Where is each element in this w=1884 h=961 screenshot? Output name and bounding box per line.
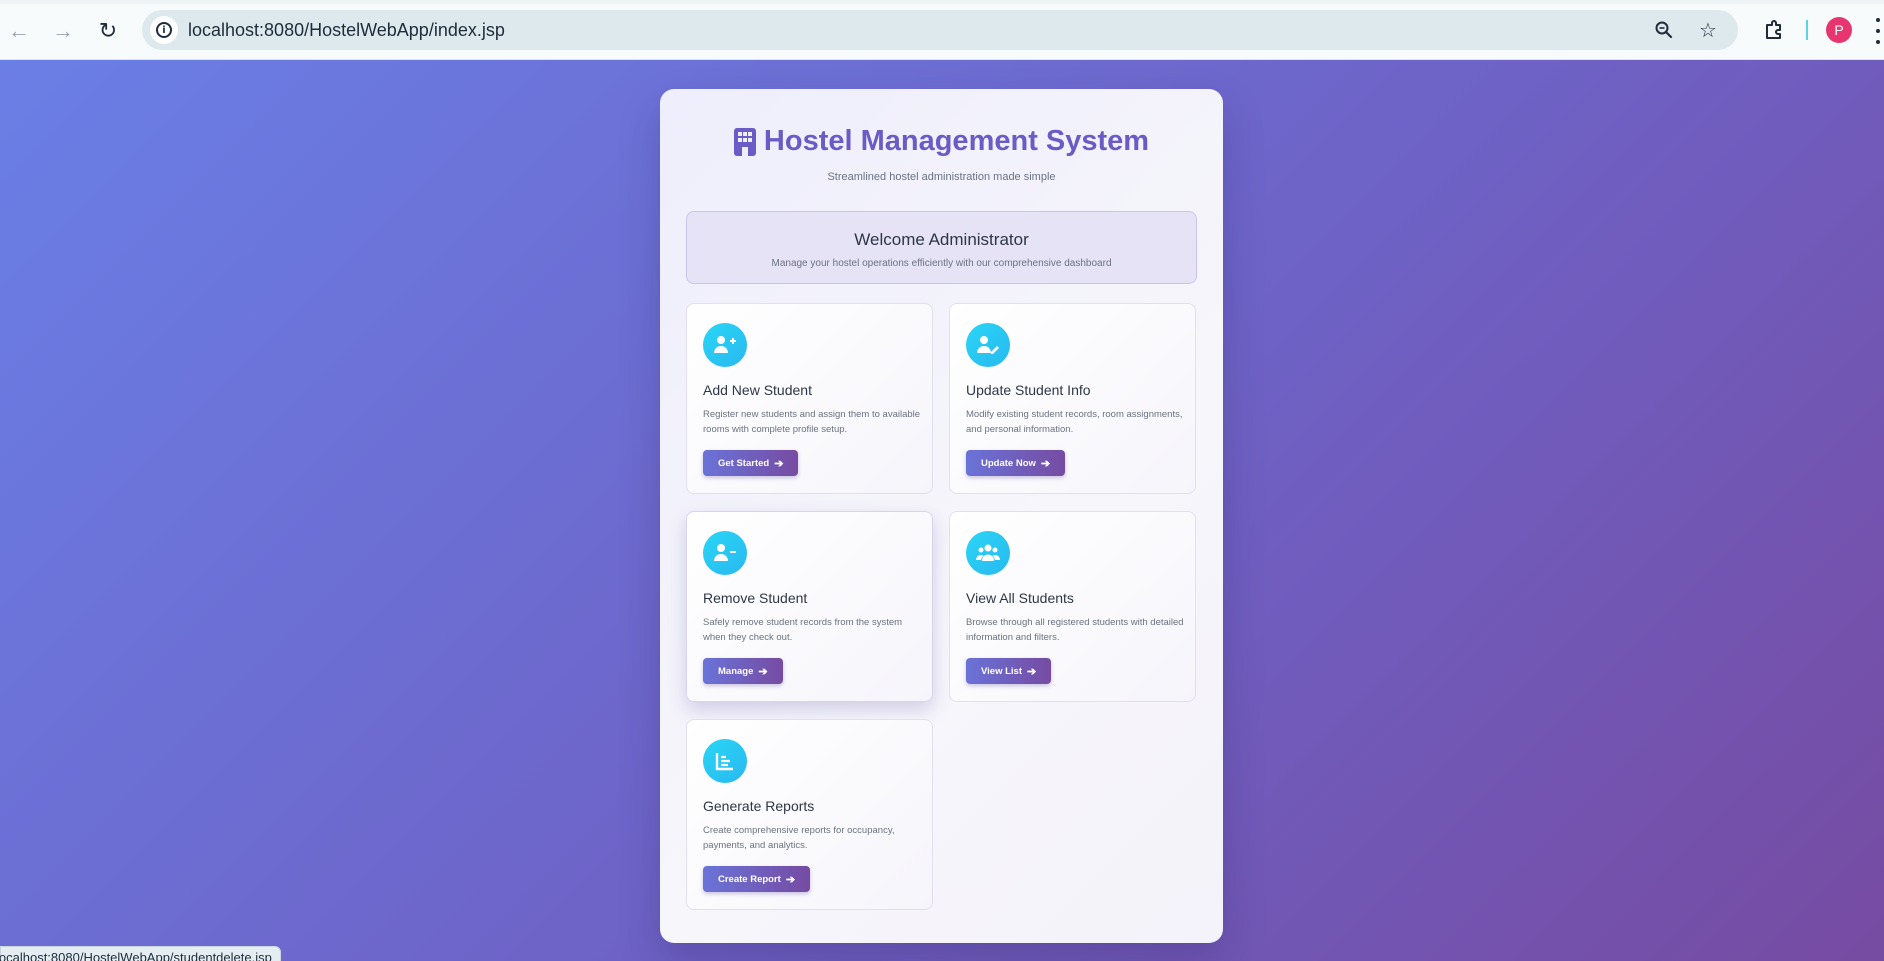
- toolbar-divider: [1806, 20, 1808, 40]
- page-background: Hostel Management System Streamlined hos…: [0, 60, 1884, 961]
- arrow-right-icon: ➔: [785, 873, 796, 886]
- feature-card-add-student: Add New Student Register new students an…: [686, 303, 933, 494]
- feature-title: Update Student Info: [966, 382, 1091, 398]
- manage-button[interactable]: Manage ➔: [703, 658, 783, 684]
- button-label: View List: [981, 665, 1023, 677]
- feature-description: Safely remove student records from the s…: [703, 617, 903, 643]
- address-bar[interactable]: i localhost:8080/HostelWebApp/index.jsp …: [142, 10, 1738, 50]
- update-now-button[interactable]: Update Now ➔: [966, 450, 1066, 476]
- feature-title: Add New Student: [703, 382, 812, 398]
- feature-title: Remove Student: [703, 590, 808, 606]
- feature-description: Register new students and assign them to…: [703, 409, 921, 435]
- feature-card-remove-student: Remove Student Safely remove student rec…: [686, 511, 933, 702]
- profile-avatar[interactable]: P: [1826, 17, 1852, 43]
- bookmark-star-icon[interactable]: ☆: [1694, 16, 1722, 44]
- browser-menu-icon[interactable]: [1872, 18, 1884, 44]
- create-report-button[interactable]: Create Report ➔: [703, 866, 811, 892]
- feature-description: Modify existing student records, room as…: [966, 409, 1183, 435]
- url-text[interactable]: localhost:8080/HostelWebApp/index.jsp: [188, 20, 505, 41]
- feature-card-reports: Generate Reports Create comprehensive re…: [686, 719, 933, 910]
- feature-card-update-student: Update Student Info Modify existing stud…: [949, 303, 1196, 494]
- link-status-bar: localhost:8080/HostelWebApp/studentdelet…: [0, 946, 281, 961]
- feature-description: Create comprehensive reports for occupan…: [703, 825, 895, 851]
- user-plus-icon: [703, 323, 747, 367]
- page-title: Hostel Management System: [763, 125, 1150, 157]
- button-label: Update Now: [981, 457, 1036, 469]
- chart-icon: [703, 739, 747, 783]
- arrow-right-icon: ➔: [1027, 665, 1037, 678]
- button-label: Manage: [718, 665, 754, 677]
- button-label: Get Started: [718, 457, 770, 469]
- building-icon: [733, 127, 756, 156]
- browser-toolbar: ← → ↻ i localhost:8080/HostelWebApp/inde…: [0, 0, 1884, 60]
- feature-title: View All Students: [966, 590, 1074, 606]
- extensions-icon[interactable]: [1758, 14, 1790, 46]
- site-info-icon[interactable]: i: [150, 16, 178, 44]
- user-edit-icon: [966, 323, 1010, 367]
- page-title-row: Hostel Management System: [733, 125, 1150, 158]
- page-subtitle: Streamlined hostel administration made s…: [827, 170, 1056, 183]
- arrow-right-icon: ➔: [758, 665, 768, 678]
- dashboard-header: Hostel Management System Streamlined hos…: [660, 125, 1223, 183]
- welcome-banner: Welcome Administrator Manage your hostel…: [686, 211, 1197, 284]
- tab-strip: [0, 0, 1884, 4]
- user-minus-icon: [703, 531, 747, 575]
- welcome-title: Welcome Administrator: [854, 230, 1029, 249]
- feature-card-view-students: View All Students Browse through all reg…: [949, 511, 1196, 702]
- button-label: Create Report: [718, 873, 781, 885]
- status-url: localhost:8080/HostelWebApp/studentdelet…: [0, 950, 272, 961]
- feature-title: Generate Reports: [703, 798, 815, 814]
- dashboard-card: Hostel Management System Streamlined hos…: [660, 89, 1223, 943]
- zoom-icon[interactable]: [1650, 16, 1678, 44]
- reload-icon[interactable]: ↻: [91, 14, 125, 48]
- forward-icon[interactable]: →: [46, 14, 80, 48]
- back-icon[interactable]: ←: [2, 14, 36, 48]
- welcome-text: Manage your hostel operations efficientl…: [771, 258, 1112, 269]
- get-started-button[interactable]: Get Started ➔: [703, 450, 799, 476]
- arrow-right-icon: ➔: [1040, 457, 1051, 470]
- feature-description: Browse through all registered students w…: [966, 617, 1184, 643]
- users-icon: [966, 531, 1010, 575]
- arrow-right-icon: ➔: [774, 457, 784, 470]
- view-list-button[interactable]: View List ➔: [966, 658, 1052, 684]
